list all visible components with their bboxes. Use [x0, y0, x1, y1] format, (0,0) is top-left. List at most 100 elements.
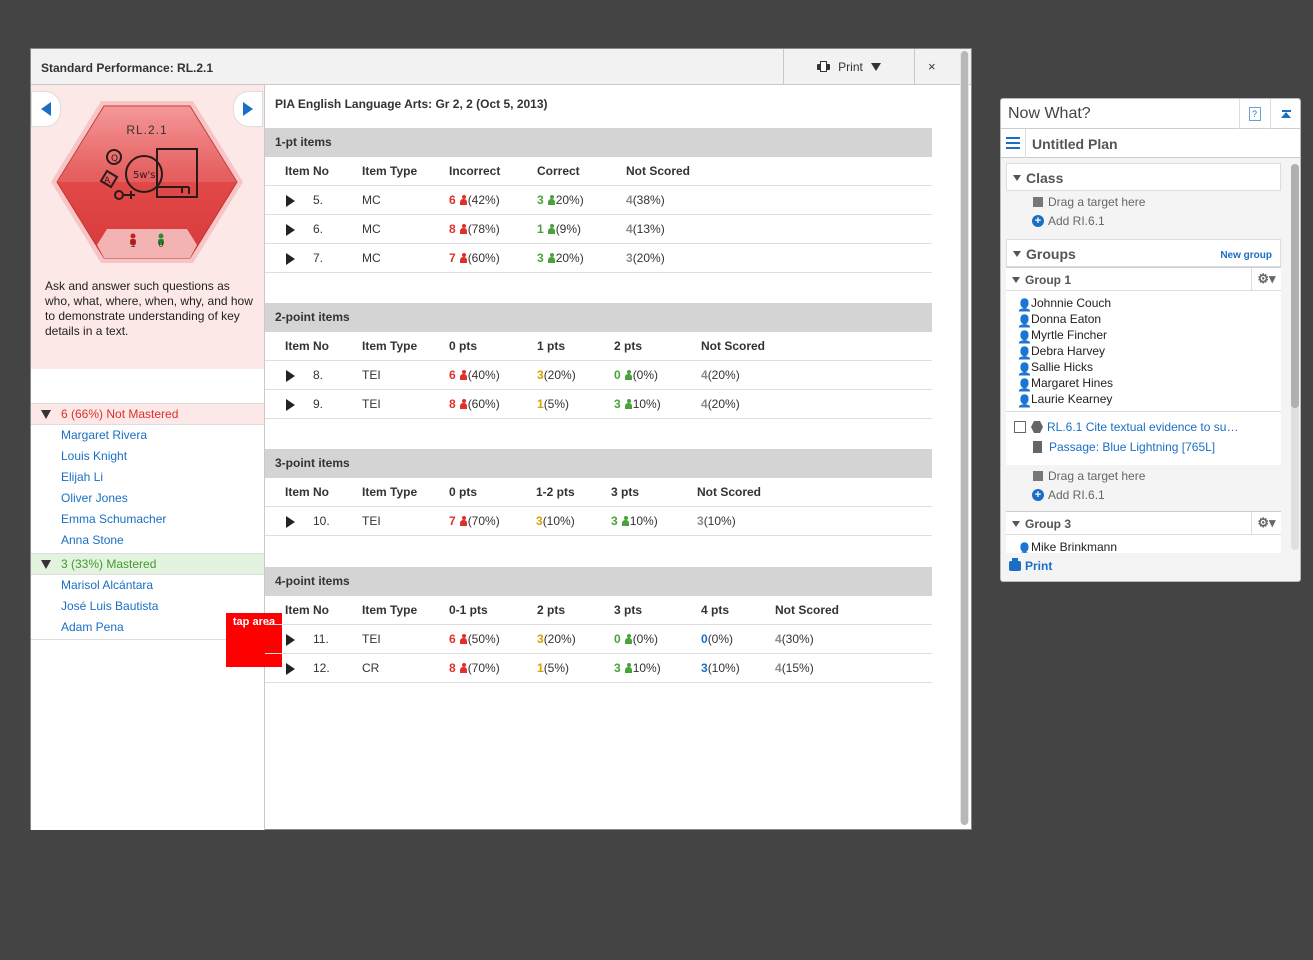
standard-card: Q A 5w's RL.2.1 1 0 Ask and answer such …: [31, 85, 264, 369]
help-button[interactable]: ?: [1239, 99, 1269, 129]
col-header: Not Scored: [697, 485, 762, 499]
close-button[interactable]: ×: [928, 59, 936, 74]
print-label: Print: [838, 59, 863, 74]
list-item[interactable]: 👤 Laurie Kearney: [1006, 391, 1281, 408]
member-name: Margaret Hines: [1031, 376, 1114, 390]
expand-play-icon[interactable]: [286, 634, 295, 646]
student-link[interactable]: Louis Knight: [61, 446, 264, 467]
table-row: 10. TEI 7 (70%) 3(10%) 3 10%) 3(10%): [265, 507, 932, 536]
count: 0: [614, 368, 621, 382]
target-checkbox[interactable]: [1014, 421, 1026, 433]
list-item[interactable]: 👤 Donna Eaton: [1006, 311, 1281, 328]
person-icon: [459, 224, 467, 234]
not-mastered-group-header[interactable]: 6 (66%) Not Mastered: [31, 403, 264, 425]
student-link[interactable]: Marisol Alcántara: [61, 575, 264, 596]
list-item[interactable]: 👤 Margaret Hines: [1006, 375, 1281, 392]
count: 1: [537, 661, 544, 675]
person-icon: [547, 253, 555, 263]
scrollbar-thumb[interactable]: [961, 51, 968, 825]
table-row: 5. MC 6 (42%) 3 20%) 4(38%): [265, 186, 932, 215]
col-header: 3 pts: [611, 485, 640, 499]
not-mastered-label: 6 (66%) Not Mastered: [61, 407, 179, 421]
expand-play-icon[interactable]: [286, 253, 295, 265]
chevron-down-icon: [870, 62, 881, 71]
print-plan-button[interactable]: Print: [1009, 558, 1052, 573]
list-item[interactable]: 👤 Debra Harvey: [1006, 343, 1281, 360]
group-3-header[interactable]: Group 3 ⚙▾: [1006, 511, 1281, 535]
list-item[interactable]: 👤 Sallie Hicks: [1006, 359, 1281, 376]
count: 6: [449, 193, 456, 207]
plan-name[interactable]: Untitled Plan: [1032, 136, 1118, 152]
person-icon: 👤: [1017, 298, 1032, 312]
new-group-button[interactable]: New group: [1220, 250, 1272, 261]
passage-link[interactable]: Passage: Blue Lightning [765L]: [1049, 440, 1215, 454]
count: 3: [611, 514, 618, 528]
add-target-button[interactable]: + Add RI.6.1: [1006, 486, 1281, 505]
add-target-button[interactable]: + Add RI.6.1: [1006, 212, 1281, 231]
expand-play-icon[interactable]: [286, 224, 295, 236]
member-name: Laurie Kearney: [1031, 392, 1113, 406]
drag-target-zone[interactable]: Drag a target here: [1006, 193, 1281, 212]
list-item[interactable]: 👤 Mike Brinkmann: [1006, 539, 1281, 553]
student-link[interactable]: Oliver Jones: [61, 488, 264, 509]
target-standard-link[interactable]: RL.6.1 Cite textual evidence to su…: [1047, 420, 1238, 434]
mastered-group-header[interactable]: 3 (33%) Mastered: [31, 553, 264, 575]
member-name: Johnnie Couch: [1031, 296, 1112, 310]
section-1pt: 1-pt items Item No Item Type Incorrect C…: [265, 128, 932, 273]
col-header: Correct: [537, 164, 580, 178]
expand-play-icon[interactable]: [286, 516, 295, 528]
list-item[interactable]: 👤 Johnnie Couch: [1006, 295, 1281, 312]
item-no: 10.: [313, 514, 330, 528]
person-icon: 👤: [1017, 542, 1032, 553]
expand-play-icon[interactable]: [286, 399, 295, 411]
col-header: Item No: [285, 485, 330, 499]
percent: (10%): [707, 661, 740, 675]
svg-text:Q: Q: [111, 154, 118, 164]
count: 4: [701, 397, 708, 411]
group-1-target: RL.6.1 Cite textual evidence to su… Pass…: [1006, 411, 1281, 465]
print-button[interactable]: Print: [783, 49, 915, 84]
plus-icon: +: [1032, 489, 1044, 501]
section-title: 2-point items: [265, 303, 932, 332]
panel-scrollbar[interactable]: [1291, 164, 1299, 550]
drag-target-zone[interactable]: Drag a target here: [1006, 467, 1281, 486]
groups-section-header[interactable]: Groups New group: [1006, 239, 1281, 267]
now-what-titlebar: Now What? ?: [1001, 99, 1300, 129]
scrollbar-thumb[interactable]: [1291, 164, 1299, 408]
student-link[interactable]: Anna Stone: [61, 530, 264, 551]
collapse-panel-button[interactable]: [1270, 99, 1301, 129]
item-type: TEI: [362, 397, 381, 411]
person-icon: [459, 195, 467, 205]
expand-play-icon[interactable]: [286, 195, 295, 207]
percent: (10%): [542, 514, 575, 528]
person-icon: [459, 663, 467, 673]
count: 3: [537, 193, 544, 207]
collapse-triangle-icon: [1013, 175, 1021, 181]
drag-label: Drag a target here: [1048, 469, 1146, 483]
class-section-header[interactable]: Class: [1006, 163, 1281, 191]
member-name: Debra Harvey: [1031, 344, 1106, 358]
percent: (0%): [707, 632, 734, 646]
target-placeholder-icon: [1033, 471, 1043, 481]
percent: 10%): [632, 661, 661, 675]
group-1-header[interactable]: Group 1 ⚙▾: [1006, 267, 1281, 291]
group-label: Group 1: [1025, 273, 1072, 287]
col-header: 0 pts: [449, 485, 478, 499]
person-icon: [624, 370, 632, 380]
gear-icon[interactable]: ⚙▾: [1251, 512, 1281, 534]
list-item[interactable]: 👤 Myrtle Fincher: [1006, 327, 1281, 344]
student-link[interactable]: Emma Schumacher: [61, 509, 264, 530]
item-type: TEI: [362, 514, 381, 528]
student-link[interactable]: Margaret Rivera: [61, 425, 264, 446]
window-scrollbar[interactable]: [960, 51, 969, 825]
expand-play-icon[interactable]: [286, 370, 295, 382]
person-icon: 👤: [1017, 330, 1032, 344]
col-header: Not Scored: [701, 339, 766, 353]
list-icon[interactable]: [1006, 137, 1020, 149]
gear-icon[interactable]: ⚙▾: [1251, 268, 1281, 290]
count: 4: [626, 222, 633, 236]
student-link[interactable]: Elijah Li: [61, 467, 264, 488]
member-name: Donna Eaton: [1031, 312, 1102, 326]
expand-play-icon[interactable]: [286, 663, 295, 675]
col-header: Incorrect: [449, 164, 501, 178]
